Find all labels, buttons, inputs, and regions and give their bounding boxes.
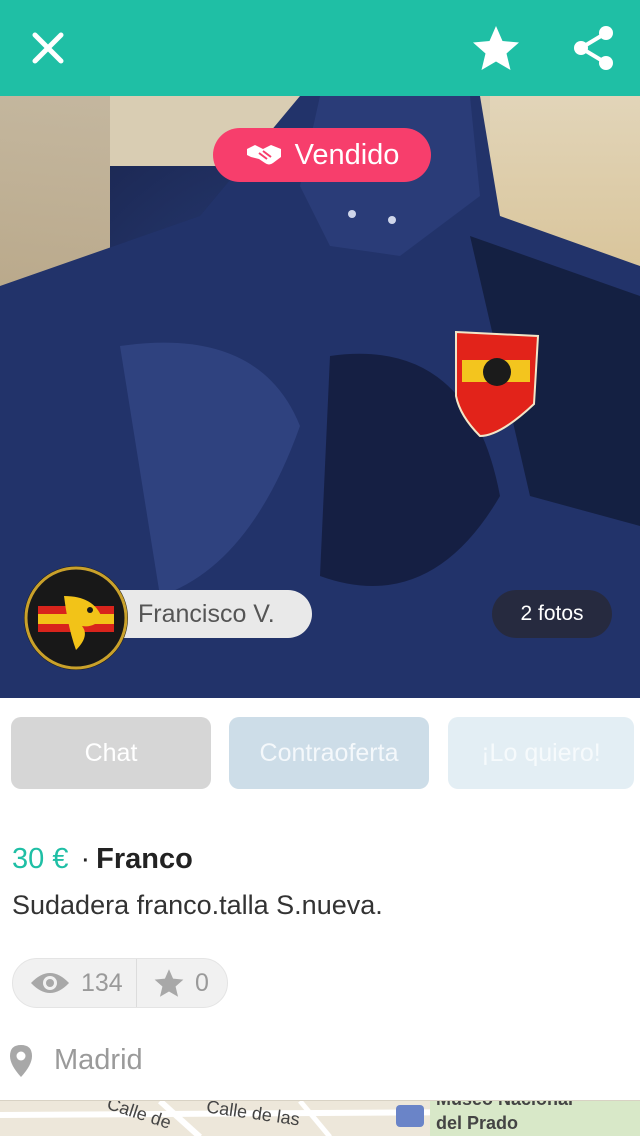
brand: Franco: [96, 843, 193, 875]
handshake-icon: [246, 145, 281, 165]
location-pin-icon: [10, 1044, 32, 1077]
poi-label: Museo Nacional: [436, 1101, 573, 1110]
action-buttons: Chat Contraoferta ¡Lo quiero!: [0, 717, 640, 789]
photo-count-badge[interactable]: 2 fotos: [492, 590, 612, 638]
eye-icon: [31, 973, 69, 993]
star-icon: [154, 969, 184, 997]
share-button[interactable]: [566, 20, 622, 76]
seller-name: Francisco V.: [138, 599, 275, 628]
listing-description: Sudadera franco.talla S.nueva.: [12, 890, 383, 920]
status-badge: Vendido: [213, 128, 431, 182]
want-button[interactable]: ¡Lo quiero!: [448, 717, 634, 789]
favorite-button[interactable]: [468, 20, 524, 76]
price-row: 30 € · Franco: [12, 843, 193, 876]
status-label: Vendido: [294, 138, 400, 171]
chat-button[interactable]: Chat: [11, 717, 211, 789]
views-count: 134: [81, 968, 123, 997]
avatar-image: [24, 566, 128, 670]
star-icon: [473, 26, 519, 70]
listing-stats: 134 0: [12, 958, 228, 1008]
top-bar: [0, 0, 640, 96]
views-stat: 134: [13, 959, 137, 1007]
avatar[interactable]: [24, 566, 128, 670]
location-map[interactable]: Calle de Calle de las Museo Nacional del…: [0, 1100, 640, 1136]
location-name: Madrid: [54, 1044, 143, 1076]
close-icon: [32, 32, 64, 64]
separator: ·: [80, 843, 91, 875]
favorites-stat: 0: [137, 959, 209, 1007]
product-photo[interactable]: Vendido Francisco V. 2 fotos: [0, 96, 640, 698]
favorites-count: 0: [195, 968, 209, 997]
price: 30 €: [12, 843, 69, 875]
share-icon: [574, 26, 613, 70]
location: Madrid: [10, 1044, 143, 1077]
photo-count: 2 fotos: [520, 602, 584, 625]
counteroffer-button[interactable]: Contraoferta: [229, 717, 429, 789]
poi-label: del Prado: [436, 1113, 519, 1133]
close-button[interactable]: [20, 20, 76, 76]
